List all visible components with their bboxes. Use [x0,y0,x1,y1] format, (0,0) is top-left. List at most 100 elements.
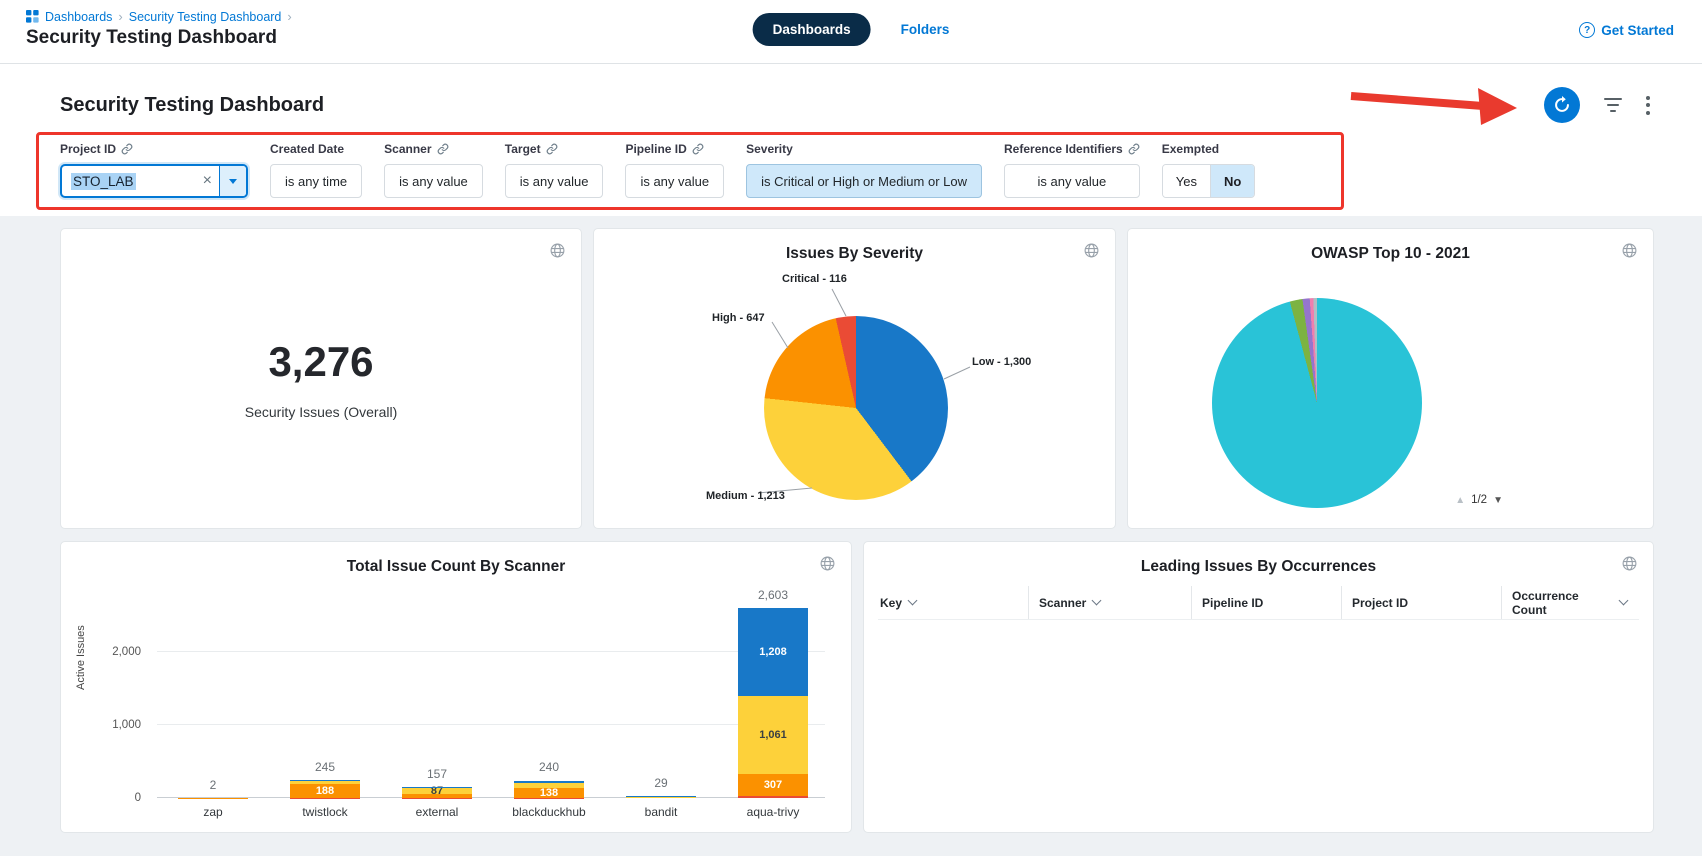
bar-segment-value: 138 [514,788,584,798]
bar-segment-critical [738,796,808,798]
breadcrumb-separator: › [287,9,291,24]
bar-segment-medium [290,781,360,784]
pipeline-id-filter-button[interactable]: is any value [625,164,724,198]
exempted-yes-option[interactable]: Yes [1163,165,1211,197]
bar-total-label: 240 [539,760,559,774]
bar-total-label: 157 [427,767,447,781]
bar-segment-value: 307 [738,774,808,796]
filter-reference-identifiers: Reference Identifiers is any value [1004,142,1140,198]
filter-reference-identifiers-label: Reference Identifiers [1004,142,1123,156]
help-circle-icon: ? [1579,22,1595,38]
link-icon [692,143,704,155]
filter-button[interactable] [1604,98,1622,113]
exempted-toggle: Yes No [1162,164,1256,198]
y-axis-label: Active Issues [75,625,87,690]
bar-segment-low [402,787,472,788]
bar-chart-plot: 01,0002,000 2zap245188twistlock15787exte… [157,598,829,798]
filter-exempted: Exempted Yes No [1162,142,1256,198]
exempted-no-option[interactable]: No [1211,165,1254,197]
tile-filter-globe-icon[interactable] [549,242,566,259]
filter-bar: Project ID STO_LAB × Created Date is any… [60,142,1650,198]
bar-segment-high: 188 [290,784,360,798]
owasp-title: OWASP Top 10 - 2021 [1128,245,1653,263]
table-header-row: Key ScannerPipeline ID Project ID Occurrenc… [878,586,1639,620]
column-header-occurrence-count[interactable]: Occurrence Count [1501,586,1639,619]
bar-segment-low: 1,208 [738,608,808,696]
bar-segment-medium [626,797,696,798]
bar-segment-low [626,796,696,797]
tab-folders[interactable]: Folders [901,22,950,37]
filter-target: Target is any value [505,142,604,198]
pie-pagination: ▲ 1/2 ▼ [1455,494,1503,506]
reference-identifiers-filter-button[interactable]: is any value [1004,164,1140,198]
breadcrumb-separator: › [118,9,122,24]
y-tick-label: 0 [135,792,141,804]
clear-icon[interactable]: × [196,173,219,189]
sort-chevron-icon[interactable] [1092,596,1102,606]
column-header-project-id[interactable]: Project ID [1341,586,1501,619]
tile-filter-globe-icon[interactable] [1083,242,1100,259]
security-issues-count: 3,276 [268,338,373,386]
bar-column-zap: 2zap [157,598,269,798]
bar-segment-value: 188 [290,784,360,798]
link-icon [437,143,449,155]
sort-chevron-icon[interactable] [1619,596,1629,606]
dashboards-grid-icon [26,10,39,23]
column-header-scanner[interactable]: Scanner [1028,586,1191,619]
bar-segment-medium: 1,061 [738,696,808,773]
bar-segment-value: 1,208 [738,608,808,696]
dashboard-title: Security Testing Dashboard [60,94,324,117]
page-up-icon[interactable]: ▲ [1455,495,1465,506]
tile-filter-globe-icon[interactable] [1621,242,1638,259]
column-header-label: Project ID [1352,596,1408,610]
project-id-input[interactable]: STO_LAB × [60,164,248,198]
filter-target-label: Target [505,142,541,156]
bar-segment-medium [514,783,584,788]
bar-column-external: 15787external [381,598,493,798]
created-date-filter-button[interactable]: is any time [270,164,362,198]
link-icon [121,143,133,155]
issues-by-severity-title: Issues By Severity [594,245,1115,263]
bar-total-label: 245 [315,760,335,774]
get-started-link[interactable]: ? Get Started [1579,22,1674,38]
kebab-menu-icon [1646,96,1650,115]
target-filter-button[interactable]: is any value [505,164,604,198]
pie-label-high: High - 647 [712,312,765,324]
page-down-icon[interactable]: ▼ [1493,495,1503,506]
project-id-dropdown-button[interactable] [219,166,246,196]
bar-total-label: 29 [654,776,667,790]
scanner-bar-chart: Active Issues 01,0002,000 2zap245188twis… [157,598,829,798]
sort-chevron-icon[interactable] [908,596,918,606]
bar-segment-medium: 87 [402,788,472,794]
y-axis-ticks: 01,0002,000 [99,598,149,798]
severity-filter-button[interactable]: is Critical or High or Medium or Low [746,164,982,198]
tab-dashboards[interactable]: Dashboards [753,13,871,46]
bar-segment-high: 138 [514,788,584,798]
dashboard-actions [1544,87,1650,123]
filter-severity-label: Severity [746,142,793,156]
tile-owasp-top-10: OWASP Top 10 - 2021 ▲ 1/2 ▼ [1127,228,1654,529]
tile-leading-issues-by-occurrences: Leading Issues By Occurrences KeyScanner… [863,541,1654,833]
refresh-button[interactable] [1544,87,1580,123]
x-axis-category-label: external [416,805,459,819]
bar-chart-title: Total Issue Count By Scanner [61,558,851,576]
scanner-filter-button[interactable]: is any value [384,164,483,198]
get-started-label: Get Started [1601,23,1674,38]
tile-filter-globe-icon[interactable] [819,555,836,572]
x-axis-category-label: zap [203,805,222,819]
dashboard-tiles: 3,276 Security Issues (Overall) Issues B… [0,216,1702,833]
tile-filter-globe-icon[interactable] [1621,555,1638,572]
more-options-button[interactable] [1646,96,1650,115]
column-header-pipeline-id[interactable]: Pipeline ID [1191,586,1341,619]
bar-columns: 2zap245188twistlock15787external240138bl… [157,598,829,798]
bar-segment-value: 1,061 [738,696,808,773]
column-header-key[interactable]: Key [878,586,1028,619]
breadcrumb-dashboards[interactable]: Dashboards [45,10,112,24]
tile-issues-by-severity: Issues By Severity Critical - 116 High -… [593,228,1116,529]
x-axis-category-label: bandit [645,805,678,819]
filter-pipeline-id: Pipeline ID is any value [625,142,724,198]
tile-security-issues-overall: 3,276 Security Issues (Overall) [60,228,582,529]
bar-segment-value: 87 [402,788,472,794]
column-header-label: Key [880,596,902,610]
breadcrumb-current[interactable]: Security Testing Dashboard [129,10,282,24]
